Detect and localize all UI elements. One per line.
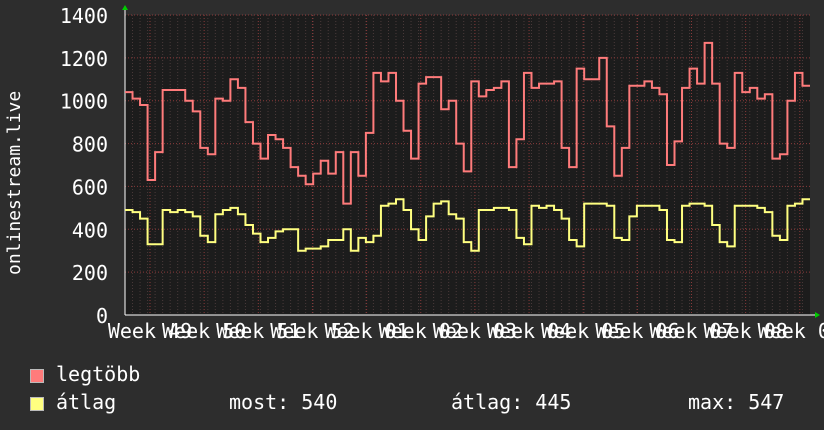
plot-area [125, 15, 810, 315]
legend-label-avg: átlag [56, 390, 117, 414]
y-tick-label: 1400 [60, 4, 108, 28]
x-axis-arrow [815, 312, 820, 318]
stat-current: most: 540 [229, 390, 338, 414]
legend-swatch-max [30, 368, 44, 383]
y-axis-label: onlinestream.live [4, 90, 25, 275]
legend-swatch-avg [30, 396, 44, 411]
y-axis-arrow [122, 5, 128, 10]
x-tick-label: Week 09 [758, 319, 824, 340]
stat-average: átlag: 445 [451, 390, 572, 414]
y-tick-label: 600 [72, 175, 108, 199]
y-tick-label: 0 [96, 304, 108, 328]
stat-max: max: 547 [688, 390, 785, 414]
y-tick-label: 200 [72, 261, 108, 285]
y-tick-label: 800 [72, 133, 108, 157]
y-tick-label: 1000 [60, 90, 108, 114]
legend-label-max: legtöbb [56, 362, 141, 386]
legend-item-avg: átlag [30, 390, 116, 414]
y-tick-label: 1200 [60, 47, 108, 71]
legend-item-max: legtöbb [30, 362, 140, 386]
y-tick-label: 400 [72, 218, 108, 242]
chart: 0200400600800100012001400Week 49Week 50W… [60, 4, 824, 340]
